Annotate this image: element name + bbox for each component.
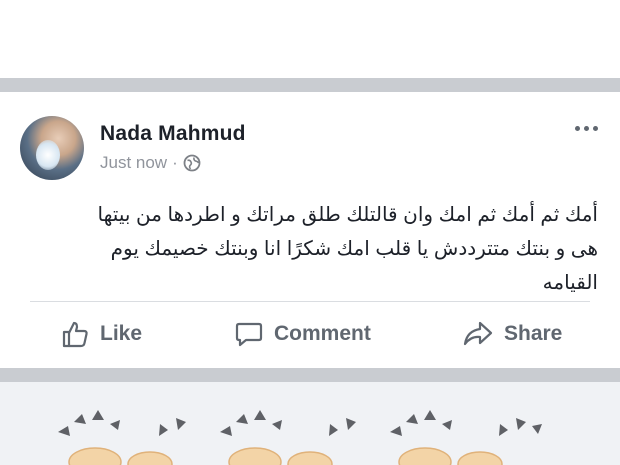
post-card: Nada Mahmud Just now · أمك ثم أمك ثم امك… xyxy=(0,92,620,368)
like-label: Like xyxy=(100,322,143,345)
globe-icon[interactable] xyxy=(183,154,201,172)
ellipsis-icon[interactable] xyxy=(575,126,598,131)
share-icon xyxy=(463,321,493,346)
like-button[interactable]: Like xyxy=(60,314,142,354)
share-button[interactable]: Share xyxy=(462,314,562,354)
feed-separator xyxy=(0,78,620,92)
feed-separator xyxy=(0,368,620,382)
post-body: أمك ثم أمك ثم امك وان قالتلك طلق مراتك و… xyxy=(30,198,598,300)
post-text-line: هى و بنتك متترددش يا قلب امك شكرًا انا و… xyxy=(110,238,598,260)
post-actions: Like Comment Share xyxy=(0,314,620,354)
post-meta: Just now · xyxy=(100,153,201,173)
share-label: Share xyxy=(504,322,563,345)
post-time[interactable]: Just now xyxy=(100,153,167,173)
comment-icon xyxy=(235,322,263,347)
clapping-hands-icon xyxy=(58,410,542,465)
avatar[interactable] xyxy=(20,116,84,180)
comment-label: Comment xyxy=(274,322,371,345)
thumbs-up-icon xyxy=(62,321,88,348)
comment-button[interactable]: Comment xyxy=(234,314,371,354)
post-text-line: القيامه xyxy=(542,272,598,294)
previous-post-card xyxy=(0,0,620,78)
meta-separator: · xyxy=(172,153,178,172)
post-text-line: أمك ثم أمك ثم امك وان قالتلك طلق مراتك و… xyxy=(97,204,598,226)
post-author[interactable]: Nada Mahmud xyxy=(100,122,246,146)
post-divider xyxy=(30,301,590,302)
next-post-preview xyxy=(0,382,620,465)
